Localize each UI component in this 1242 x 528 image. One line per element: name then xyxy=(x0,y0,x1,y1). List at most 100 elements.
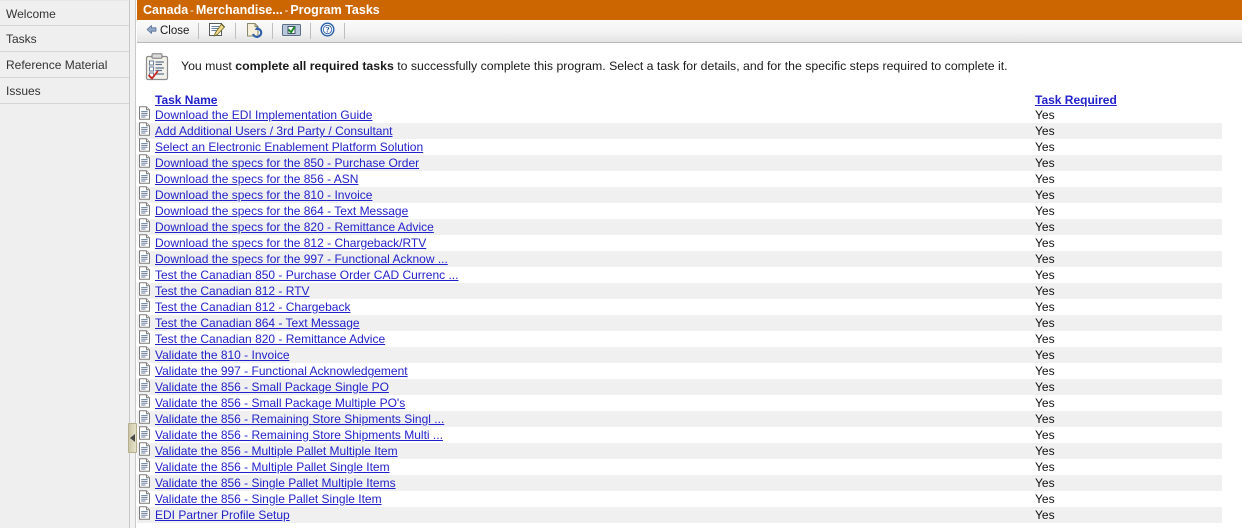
task-name-link[interactable]: Download the specs for the 997 - Functio… xyxy=(155,252,448,266)
sidebar-item-label: Issues xyxy=(6,84,41,98)
task-name-link[interactable]: Test the Canadian 812 - RTV xyxy=(155,284,310,298)
task-required-cell: Yes xyxy=(1035,268,1055,282)
title-program-name: Merchandise... xyxy=(195,3,283,17)
task-name-link[interactable]: Download the specs for the 820 - Remitta… xyxy=(155,220,434,234)
refresh-button[interactable] xyxy=(241,21,267,41)
title-separator-1: - xyxy=(190,5,194,17)
refresh-document-icon xyxy=(245,22,263,41)
instructions-text-part-2: to successfully complete this program. S… xyxy=(393,59,1008,73)
task-name-link[interactable]: Validate the 856 - Small Package Single … xyxy=(155,380,389,394)
toolbar-separator-1 xyxy=(198,23,200,39)
sidebar-item-list: Welcome Tasks Reference Material Issues xyxy=(0,0,129,104)
task-required-cell: Yes xyxy=(1035,108,1055,122)
task-name-link[interactable]: Download the specs for the 856 - ASN xyxy=(155,172,358,186)
close-button-label: Close xyxy=(160,25,190,37)
task-name-link[interactable]: Validate the 856 - Remaining Store Shipm… xyxy=(155,412,444,426)
sidebar-item-welcome[interactable]: Welcome xyxy=(0,0,129,26)
sidebar-item-issues[interactable]: Issues xyxy=(0,78,129,104)
table-body: Download the EDI Implementation Guide Yes… xyxy=(137,105,1242,525)
program-tasks-table: Task Name Task Required Download the EDI… xyxy=(137,92,1242,523)
task-required-cell: Yes xyxy=(1035,460,1055,474)
toolbar-separator-3 xyxy=(272,23,274,39)
toolbar-separator-2 xyxy=(235,23,237,39)
task-name-link[interactable]: EDI Partner Profile Setup xyxy=(155,508,290,522)
edit-task-button[interactable] xyxy=(204,21,230,41)
task-required-cell: Yes xyxy=(1035,508,1055,522)
task-required-cell: Yes xyxy=(1035,188,1055,202)
instructions-text-emphasis: complete all required tasks xyxy=(235,59,394,73)
task-name-link[interactable]: Validate the 856 - Multiple Pallet Multi… xyxy=(155,444,398,458)
chevron-left-icon xyxy=(130,434,135,442)
task-name-link[interactable]: Download the specs for the 810 - Invoice xyxy=(155,188,372,202)
help-question-icon: ? xyxy=(320,22,335,40)
task-name-cell: EDI Partner Profile Setup xyxy=(137,505,1035,525)
task-required-cell: Yes xyxy=(1035,444,1055,458)
task-name-link[interactable]: Add Additional Users / 3rd Party / Consu… xyxy=(155,124,392,138)
clipboard-checklist-icon xyxy=(145,53,169,86)
task-required-cell: Yes xyxy=(1035,252,1055,266)
toolbar-separator-5 xyxy=(344,23,346,39)
task-required-cell: Yes xyxy=(1035,220,1055,234)
task-name-link[interactable]: Download the specs for the 850 - Purchas… xyxy=(155,156,419,170)
task-required-cell: Yes xyxy=(1035,396,1055,410)
approve-button[interactable] xyxy=(278,21,305,41)
task-required-cell: Yes xyxy=(1035,172,1055,186)
instructions-text-part-1: You must xyxy=(181,59,236,73)
task-name-link[interactable]: Validate the 856 - Small Package Multipl… xyxy=(155,396,405,410)
task-required-cell: Yes xyxy=(1035,492,1055,506)
toolbar-separator-4 xyxy=(310,23,312,39)
task-required-cell: Yes xyxy=(1035,476,1055,490)
sidebar-item-reference-material[interactable]: Reference Material xyxy=(0,52,129,78)
column-header-task-required[interactable]: Task Required xyxy=(1035,93,1222,107)
task-name-link[interactable]: Validate the 856 - Single Pallet Single … xyxy=(155,492,382,506)
task-required-cell: Yes xyxy=(1035,124,1055,138)
edit-document-icon xyxy=(208,22,226,41)
splitter-collapse-handle[interactable] xyxy=(128,423,137,453)
sidebar-item-label: Reference Material xyxy=(6,58,108,72)
title-program-region: Canada xyxy=(143,3,189,17)
table-row[interactable]: EDI Partner Profile Setup Yes xyxy=(137,505,1222,525)
task-required-cell: Yes xyxy=(1035,412,1055,426)
instructions-banner: You must complete all required tasks to … xyxy=(137,43,1242,92)
sidebar-item-label: Welcome xyxy=(6,7,56,21)
task-required-cell: Yes xyxy=(1035,300,1055,314)
task-required-cell: Yes xyxy=(1035,156,1055,170)
task-required-cell: Yes xyxy=(1035,236,1055,250)
help-button[interactable]: ? xyxy=(316,21,339,41)
task-required-cell: Yes xyxy=(1035,204,1055,218)
task-required-cell: Yes xyxy=(1035,332,1055,346)
back-arrow-icon xyxy=(145,23,158,39)
application-window: Welcome Tasks Reference Material Issues Can… xyxy=(0,0,1242,528)
main-content-pane: Canada - Merchandise... - Program Tasks Clos… xyxy=(137,0,1242,528)
window-title-bar: Canada - Merchandise... - Program Tasks xyxy=(137,0,1242,20)
task-required-cell: Yes xyxy=(1035,348,1055,362)
task-name-link[interactable]: Test the Canadian 812 - Chargeback xyxy=(155,300,350,314)
task-required-cell: Yes xyxy=(1035,284,1055,298)
navigation-sidebar: Welcome Tasks Reference Material Issues xyxy=(0,0,130,528)
task-name-link[interactable]: Validate the 856 - Multiple Pallet Singl… xyxy=(155,460,390,474)
task-required-cell: Yes xyxy=(1035,428,1055,442)
task-name-link[interactable]: Download the specs for the 812 - Chargeb… xyxy=(155,236,426,250)
task-required-cell: Yes xyxy=(1035,140,1055,154)
sidebar-item-label: Tasks xyxy=(6,32,37,46)
task-name-link[interactable]: Download the specs for the 864 - Text Me… xyxy=(155,204,408,218)
sidebar-empty-area xyxy=(0,104,129,528)
task-name-link[interactable]: Test the Canadian 864 - Text Message xyxy=(155,316,360,330)
task-name-link[interactable]: Test the Canadian 850 - Purchase Order C… xyxy=(155,268,458,282)
task-name-link[interactable]: Select an Electronic Enablement Platform… xyxy=(155,140,423,154)
task-name-link[interactable]: Validate the 856 - Single Pallet Multipl… xyxy=(155,476,396,490)
task-name-link[interactable]: Download the EDI Implementation Guide xyxy=(155,108,372,122)
close-button[interactable]: Close xyxy=(141,21,193,41)
task-name-link[interactable]: Validate the 810 - Invoice xyxy=(155,348,290,362)
title-page-name: Program Tasks xyxy=(290,3,380,17)
document-icon xyxy=(138,505,151,525)
task-name-link[interactable]: Validate the 856 - Remaining Store Shipm… xyxy=(155,428,443,442)
toolbar: Close ? xyxy=(137,20,1242,43)
task-required-cell: Yes xyxy=(1035,364,1055,378)
instructions-text: You must complete all required tasks to … xyxy=(181,52,1008,74)
task-required-cell: Yes xyxy=(1035,380,1055,394)
task-required-cell: Yes xyxy=(1035,316,1055,330)
task-name-link[interactable]: Validate the 997 - Functional Acknowledg… xyxy=(155,364,408,378)
task-name-link[interactable]: Test the Canadian 820 - Remittance Advic… xyxy=(155,332,385,346)
sidebar-item-tasks[interactable]: Tasks xyxy=(0,26,129,52)
